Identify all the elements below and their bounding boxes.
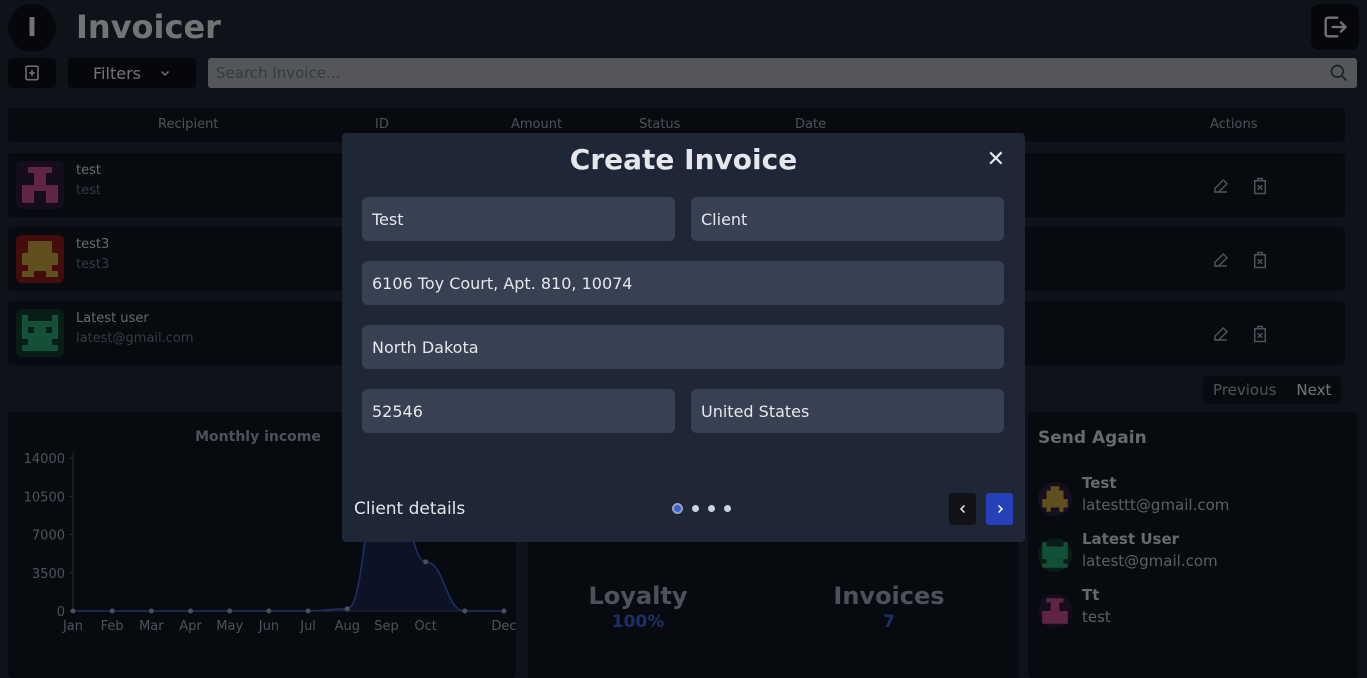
chevron-left-icon bbox=[959, 504, 965, 514]
close-icon[interactable]: ✕ bbox=[987, 149, 1005, 171]
address-field[interactable] bbox=[362, 261, 1004, 305]
next-step-button[interactable] bbox=[986, 493, 1013, 525]
step-dot[interactable] bbox=[692, 505, 699, 512]
first-name-field[interactable] bbox=[362, 197, 675, 241]
last-name-field[interactable] bbox=[691, 197, 1004, 241]
create-invoice-modal: Create Invoice ✕ Client details bbox=[342, 133, 1025, 542]
step-dot[interactable] bbox=[672, 503, 683, 514]
step-dot[interactable] bbox=[708, 505, 715, 512]
previous-step-button[interactable] bbox=[949, 493, 976, 525]
chevron-right-icon bbox=[997, 504, 1003, 514]
state-field[interactable] bbox=[362, 325, 1004, 369]
step-indicator bbox=[672, 503, 731, 514]
modal-title: Create Invoice bbox=[569, 143, 798, 176]
step-label: Client details bbox=[354, 499, 466, 519]
country-field[interactable] bbox=[691, 389, 1004, 433]
zip-field[interactable] bbox=[362, 389, 675, 433]
step-dot[interactable] bbox=[724, 505, 731, 512]
